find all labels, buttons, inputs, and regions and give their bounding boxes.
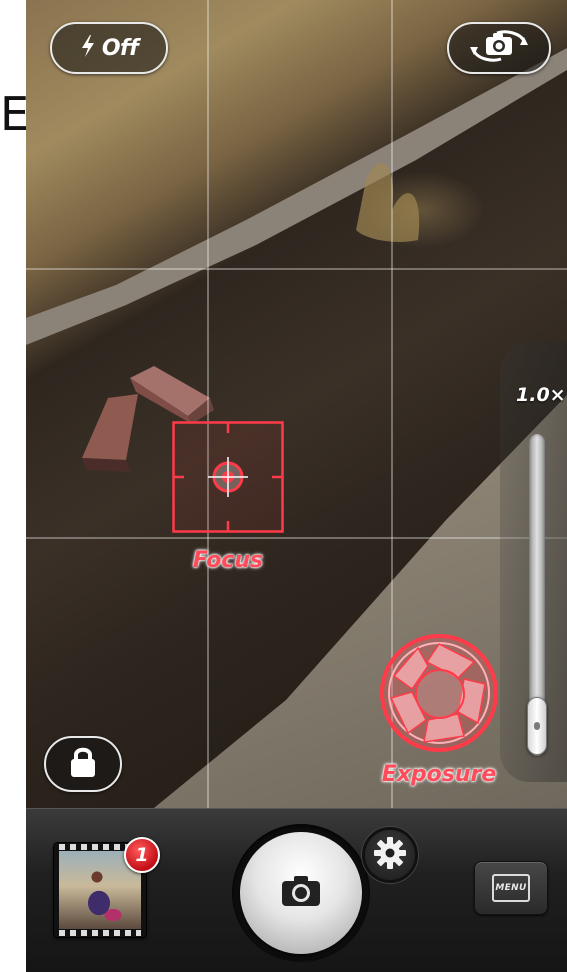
film-sprocket-bottom (59, 930, 141, 936)
flash-mode-label: Off (101, 35, 139, 61)
gear-icon (373, 836, 407, 875)
lock-icon (70, 746, 96, 783)
shutter-button[interactable] (240, 832, 362, 954)
lock-button[interactable] (44, 736, 122, 792)
switch-camera-button[interactable] (447, 22, 551, 74)
zoom-value: 1.0× (516, 384, 566, 406)
settings-button[interactable] (362, 827, 418, 883)
camera-viewfinder[interactable]: Off Focus Exposure 1.0× (26, 0, 567, 808)
focus-label: Focus (192, 548, 264, 573)
exposure-reticle[interactable] (378, 632, 500, 754)
margin-letter: E (0, 87, 30, 141)
photo-count-badge: 1 (124, 837, 160, 873)
zoom-slider-thumb[interactable] (527, 697, 547, 755)
lightning-bolt-icon (80, 34, 96, 63)
menu-icon: MENU (492, 874, 530, 902)
switch-camera-icon (468, 29, 530, 68)
crosshair-target-icon (172, 421, 284, 533)
zoom-slider-panel: 1.0× (500, 342, 567, 782)
menu-button[interactable]: MENU (474, 861, 548, 915)
flash-button[interactable]: Off (50, 22, 168, 74)
aperture-icon (380, 634, 498, 752)
menu-label: MENU (495, 883, 527, 893)
camera-icon (281, 875, 321, 912)
exposure-label: Exposure (381, 762, 497, 787)
focus-reticle[interactable] (172, 421, 284, 533)
